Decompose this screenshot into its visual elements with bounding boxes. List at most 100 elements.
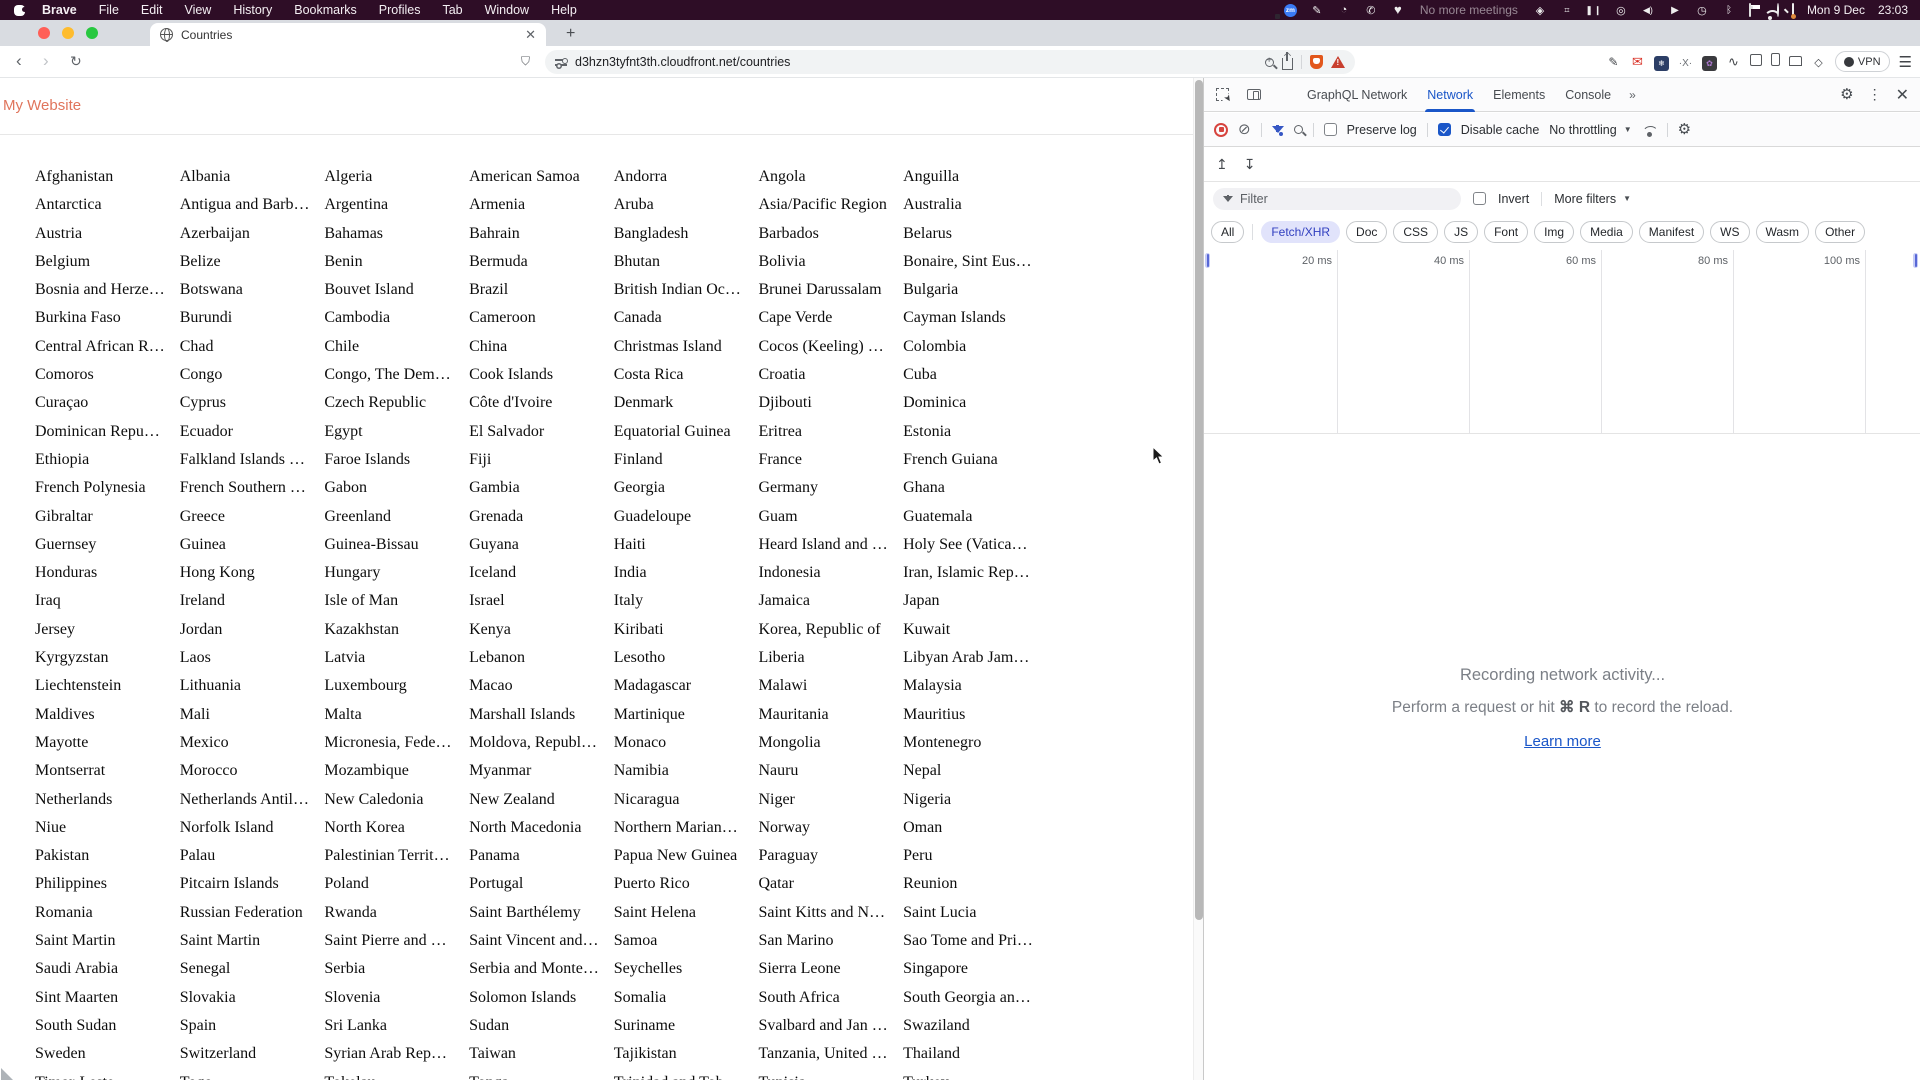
device-toolbar-icon[interactable] [1247,89,1261,100]
apple-menu-icon[interactable] [14,4,27,16]
menubar-clock[interactable]: 23:03 [1878,3,1908,17]
chip-js[interactable]: JS [1444,221,1479,243]
menubar-date[interactable]: Mon 9 Dec [1807,3,1865,17]
page-scrollbar[interactable] [1193,78,1203,1080]
pencil-icon[interactable]: ✎ [1606,53,1621,71]
record-network-button[interactable] [1214,122,1228,137]
circle-dot-icon[interactable]: ◎ [1614,3,1628,17]
page-fold-icon[interactable] [1749,53,1762,71]
pen-tool-icon[interactable]: ✎ [1310,3,1324,17]
chip-img[interactable]: Img [1534,221,1575,243]
phone-circle-icon[interactable]: ✆ [1364,3,1378,17]
more-tabs-icon[interactable]: » [1621,88,1643,102]
search-icon[interactable] [1776,3,1779,17]
disable-cache-checkbox[interactable] [1437,123,1451,136]
tab-close-icon[interactable]: ✕ [525,28,536,41]
chip-doc[interactable]: Doc [1346,221,1388,243]
zoom-level-icon[interactable] [1265,55,1274,67]
menu-item-profiles[interactable]: Profiles [368,3,432,17]
menu-item-bookmarks[interactable]: Bookmarks [283,3,368,17]
menu-item-help[interactable]: Help [540,3,588,17]
display-icon[interactable] [1791,3,1794,17]
warning-icon[interactable] [1331,56,1345,68]
speaker-icon[interactable]: ◀) [1641,3,1655,17]
menu-item-brave[interactable]: Brave [31,3,88,17]
browser-menu-button[interactable]: ☰ [1899,53,1912,71]
more-filters-dropdown[interactable]: More filters ▼ [1554,192,1631,206]
chip-css[interactable]: CSS [1393,221,1439,243]
new-tab-button[interactable]: + [566,26,575,42]
preserve-log-checkbox[interactable] [1323,123,1337,136]
preserve-log-label[interactable]: Preserve log [1347,123,1417,137]
chip-fetch-xhr[interactable]: Fetch/XHR [1261,221,1341,243]
battery-icon[interactable] [1748,3,1751,17]
throttling-dropdown[interactable]: No throttling ▼ [1549,123,1631,137]
import-har-icon[interactable]: ↥ [1216,157,1228,173]
disable-cache-label[interactable]: Disable cache [1461,123,1540,137]
bookmark-icon[interactable]: ⛉ [521,54,530,69]
menu-item-edit[interactable]: Edit [130,3,174,17]
devtools-close-icon[interactable]: ✕ [1896,85,1909,105]
browser-tab-countries[interactable]: Countries ✕ [150,23,546,46]
rect-outline-icon[interactable] [1770,52,1780,71]
diamond-icon[interactable]: ◇ [1811,53,1826,71]
scrollbar-thumb[interactable] [1195,80,1203,920]
grid-glyph-icon[interactable]: ⌗ [1560,3,1574,17]
mail-icon[interactable]: ✉ [1630,53,1645,71]
chip-manifest[interactable]: Manifest [1638,221,1705,243]
share-icon[interactable] [1282,51,1293,70]
filter-funnel-icon[interactable] [1271,125,1284,136]
blue-square-icon[interactable]: ❄ [1653,53,1669,71]
menu-item-file[interactable]: File [88,3,130,17]
chip-all[interactable]: All [1211,221,1245,243]
devtools-tab-console[interactable]: Console [1555,78,1621,112]
menu-item-view[interactable]: View [173,3,222,17]
network-search-icon[interactable] [1293,125,1303,134]
x-dots-icon[interactable]: ·X· [1678,53,1693,71]
window-zoom-button[interactable] [86,27,98,39]
window-outline-icon[interactable] [1788,53,1802,71]
url-text[interactable]: d3hzn3tyfnt3th.cloudfront.net/countries [575,55,790,69]
squiggle-icon[interactable]: ∿ [1726,53,1741,71]
invert-label[interactable]: Invert [1498,192,1529,206]
compass-icon[interactable]: ◈ [1533,3,1547,17]
vpn-button[interactable]: VPN [1834,51,1890,72]
stats-bars-icon[interactable]: ❚❙ [1585,3,1601,17]
brave-shield-icon[interactable] [1310,55,1323,69]
chip-media[interactable]: Media [1580,221,1633,243]
clock-icon[interactable]: ◷ [1695,3,1709,17]
chip-font[interactable]: Font [1484,221,1529,243]
network-settings-gear-icon[interactable]: ⚙ [1678,122,1691,137]
invert-checkbox[interactable] [1473,192,1486,205]
clear-network-icon[interactable]: ⊘ [1238,122,1251,137]
filter-input[interactable]: Filter [1213,187,1461,210]
chip-ws[interactable]: WS [1710,221,1750,243]
play-circle-icon[interactable]: ▶ [1668,3,1682,17]
menu-item-tab[interactable]: Tab [431,3,473,17]
devtools-tab-elements[interactable]: Elements [1483,78,1555,112]
reload-button[interactable]: ↻ [70,53,82,70]
learn-more-link[interactable]: Learn more [1524,733,1601,750]
settings-gear-icon[interactable]: ⚙ [1840,87,1853,102]
kebab-menu-icon[interactable]: ⋮ [1868,86,1882,103]
forward-button[interactable]: › [43,51,49,71]
lock-clock-icon[interactable]: ◔ [1337,3,1351,17]
export-har-icon[interactable]: ↧ [1244,157,1256,173]
window-close-button[interactable] [38,27,50,39]
window-minimize-button[interactable] [62,27,74,39]
tune-icon[interactable] [555,57,568,67]
heart-icon[interactable]: ♥ [1391,2,1405,17]
address-bar[interactable]: d3hzn3tyfnt3th.cloudfront.net/countries [545,50,1355,74]
zoom-app-icon[interactable]: zm [1283,3,1297,17]
bluetooth-icon[interactable]: ᛒ [1722,3,1736,17]
network-conditions-icon[interactable] [1642,126,1657,137]
inspect-element-icon[interactable] [1216,88,1229,101]
chip-wasm[interactable]: Wasm [1755,221,1810,243]
devtools-tab-graphql-network[interactable]: GraphQL Network [1297,78,1417,112]
menu-item-window[interactable]: Window [474,3,540,17]
devtools-tab-network[interactable]: Network [1417,78,1483,112]
chip-other[interactable]: Other [1815,221,1866,243]
dark-flower-icon[interactable]: ✿ [1701,53,1717,71]
menu-item-history[interactable]: History [222,3,283,17]
back-button[interactable]: ‹ [16,51,22,71]
